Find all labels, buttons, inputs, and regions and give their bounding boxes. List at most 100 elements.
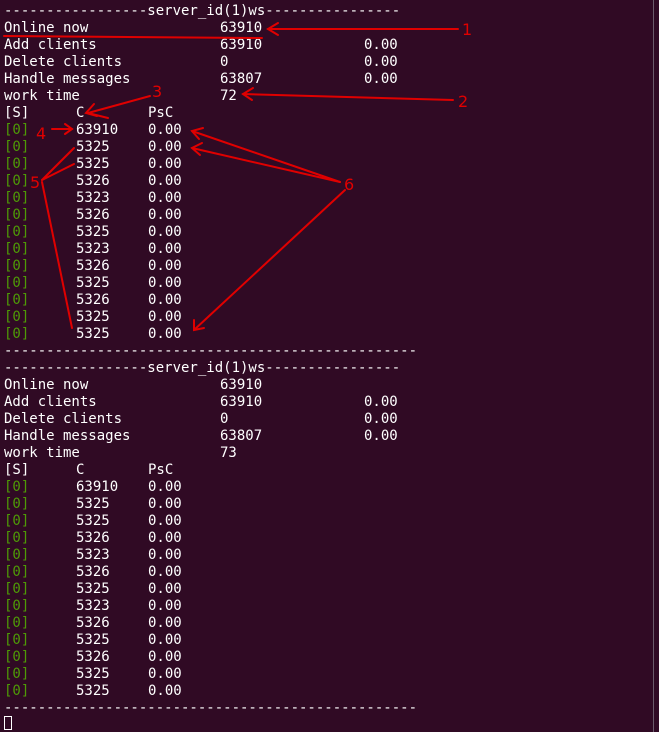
slot-id: [0] xyxy=(4,615,30,631)
per-second-count: 0.00 xyxy=(148,292,182,308)
stat-rate: 0.00 xyxy=(364,411,398,427)
column-header-s: [S] xyxy=(4,105,30,121)
slot-id: [0] xyxy=(4,649,30,665)
per-second-count: 0.00 xyxy=(148,513,182,529)
stat-label: Add clients xyxy=(4,394,97,410)
per-second-count: 0.00 xyxy=(148,683,182,699)
slot-id: [0] xyxy=(4,275,30,291)
slot-id: [0] xyxy=(4,122,30,138)
per-second-count: 0.00 xyxy=(148,598,182,614)
column-header-s: [S] xyxy=(4,462,30,478)
slot-id: [0] xyxy=(4,241,30,257)
per-second-count: 0.00 xyxy=(148,496,182,512)
client-count: 5325 xyxy=(76,275,110,291)
per-second-count: 0.00 xyxy=(148,547,182,563)
column-header-c: C xyxy=(76,462,85,478)
slot-id: [0] xyxy=(4,292,30,308)
terminal-window[interactable]: -----------------server_id(1)ws---------… xyxy=(0,0,654,732)
per-second-count: 0.00 xyxy=(148,666,182,682)
stat-rate: 0.00 xyxy=(364,428,398,444)
per-second-count: 0.00 xyxy=(148,207,182,223)
column-header-psc: PsC xyxy=(148,462,174,478)
per-second-count: 0.00 xyxy=(148,173,182,189)
per-second-count: 0.00 xyxy=(148,241,182,257)
client-count: 5326 xyxy=(76,258,110,274)
footer-text: ----------------------------------------… xyxy=(4,700,418,716)
footer-text: ----------------------------------------… xyxy=(4,343,418,359)
per-second-count: 0.00 xyxy=(148,581,182,597)
client-count: 5326 xyxy=(76,530,110,546)
stat-value: 73 xyxy=(220,445,237,461)
client-count: 5325 xyxy=(76,224,110,240)
slot-id: [0] xyxy=(4,479,30,495)
slot-id: [0] xyxy=(4,258,30,274)
client-count: 5325 xyxy=(76,326,110,342)
slot-id: [0] xyxy=(4,513,30,529)
per-second-count: 0.00 xyxy=(148,479,182,495)
stat-label: work time xyxy=(4,88,80,104)
stat-label: Handle messages xyxy=(4,428,131,444)
client-count: 5326 xyxy=(76,207,110,223)
stat-label: Handle messages xyxy=(4,71,131,87)
slot-id: [0] xyxy=(4,581,30,597)
slot-id: [0] xyxy=(4,598,30,614)
slot-id: [0] xyxy=(4,683,30,699)
client-count: 5325 xyxy=(76,309,110,325)
stat-value: 0 xyxy=(220,54,229,70)
slot-id: [0] xyxy=(4,530,30,546)
client-count: 5326 xyxy=(76,292,110,308)
slot-id: [0] xyxy=(4,139,30,155)
stat-rate: 0.00 xyxy=(364,394,398,410)
column-header-psc: PsC xyxy=(148,105,174,121)
slot-id: [0] xyxy=(4,496,30,512)
slot-id: [0] xyxy=(4,173,30,189)
stat-value: 63910 xyxy=(220,20,263,36)
per-second-count: 0.00 xyxy=(148,224,182,240)
client-count: 5325 xyxy=(76,632,110,648)
stat-label: Online now xyxy=(4,20,89,36)
client-count: 5325 xyxy=(76,666,110,682)
client-count: 5326 xyxy=(76,173,110,189)
column-header-c: C xyxy=(76,105,85,121)
client-count: 5325 xyxy=(76,581,110,597)
stat-rate: 0.00 xyxy=(364,71,398,87)
stat-value: 72 xyxy=(220,88,237,104)
client-count: 5326 xyxy=(76,649,110,665)
client-count: 5323 xyxy=(76,190,110,206)
client-count: 5323 xyxy=(76,241,110,257)
slot-id: [0] xyxy=(4,224,30,240)
per-second-count: 0.00 xyxy=(148,122,182,138)
per-second-count: 0.00 xyxy=(148,258,182,274)
slot-id: [0] xyxy=(4,632,30,648)
per-second-count: 0.00 xyxy=(148,309,182,325)
stat-value: 63807 xyxy=(220,428,263,444)
slot-id: [0] xyxy=(4,666,30,682)
stat-rate: 0.00 xyxy=(364,37,398,53)
per-second-count: 0.00 xyxy=(148,275,182,291)
stat-value: 0 xyxy=(220,411,229,427)
client-count: 5326 xyxy=(76,564,110,580)
client-count: 5325 xyxy=(76,683,110,699)
client-count: 5325 xyxy=(76,496,110,512)
header-text: -----------------server_id(1)ws---------… xyxy=(4,360,401,376)
stat-value: 63807 xyxy=(220,71,263,87)
stat-label: work time xyxy=(4,445,80,461)
stat-label: Add clients xyxy=(4,37,97,53)
per-second-count: 0.00 xyxy=(148,139,182,155)
slot-id: [0] xyxy=(4,309,30,325)
stat-rate: 0.00 xyxy=(364,54,398,70)
per-second-count: 0.00 xyxy=(148,632,182,648)
per-second-count: 0.00 xyxy=(148,326,182,342)
slot-id: [0] xyxy=(4,207,30,223)
client-count: 63910 xyxy=(76,122,119,138)
per-second-count: 0.00 xyxy=(148,156,182,172)
slot-id: [0] xyxy=(4,564,30,580)
per-second-count: 0.00 xyxy=(148,190,182,206)
per-second-count: 0.00 xyxy=(148,615,182,631)
client-count: 5326 xyxy=(76,615,110,631)
stat-value: 63910 xyxy=(220,394,263,410)
slot-id: [0] xyxy=(4,156,30,172)
client-count: 5325 xyxy=(76,156,110,172)
stat-value: 63910 xyxy=(220,37,263,53)
header-text: -----------------server_id(1)ws---------… xyxy=(4,3,401,19)
